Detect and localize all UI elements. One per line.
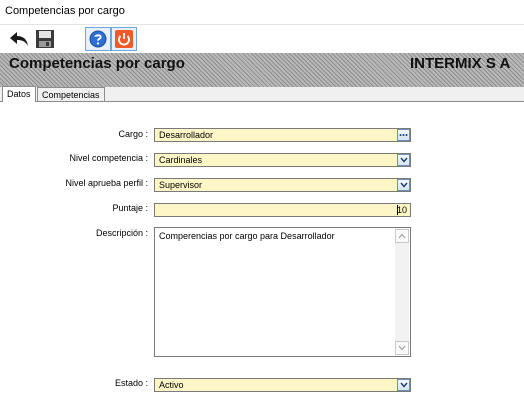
chevron-down-icon — [399, 182, 408, 188]
scroll-up-button[interactable] — [395, 229, 409, 243]
header-banner: Competencias por cargo INTERMIX S A — [0, 53, 524, 87]
chevron-down-icon — [399, 157, 408, 163]
cargo-field[interactable]: Desarrollador — [154, 128, 411, 142]
help-button[interactable] — [85, 27, 111, 51]
nivel-competencia-dropdown[interactable] — [397, 154, 410, 166]
estado-select[interactable]: Activo — [154, 378, 411, 392]
lookup-button[interactable] — [397, 129, 410, 141]
estado-dropdown[interactable] — [397, 379, 410, 391]
page-title: Competencias por cargo — [9, 55, 185, 72]
descripcion-textarea[interactable]: Comperencias por cargo para Desarrollado… — [154, 227, 411, 357]
tab-competencias[interactable]: Competencias — [37, 87, 105, 101]
descripcion-scrollbar[interactable] — [395, 229, 409, 355]
chevron-down-icon — [398, 345, 406, 351]
cargo-value: Desarrollador — [159, 130, 214, 140]
nivel-aprueba-select[interactable]: Supervisor — [154, 178, 411, 192]
nivel-competencia-label: Nivel competencia : — [69, 153, 148, 163]
title-bar: Competencias por cargo — [0, 0, 524, 25]
puntaje-input[interactable]: 10 — [154, 203, 411, 217]
estado-value: Activo — [159, 380, 184, 390]
nivel-competencia-select[interactable]: Cardinales — [154, 153, 411, 167]
ellipsis-icon — [399, 134, 408, 136]
chevron-down-icon — [399, 382, 408, 388]
estado-label: Estado : — [114, 378, 148, 388]
toolbar — [0, 25, 524, 53]
nivel-competencia-value: Cardinales — [159, 155, 203, 165]
chevron-up-icon — [398, 233, 406, 239]
puntaje-value: 10 — [396, 205, 407, 215]
help-icon — [89, 30, 107, 48]
arrow-back-icon — [10, 32, 28, 46]
exit-button[interactable] — [111, 27, 137, 51]
company-name: INTERMIX S A — [410, 55, 511, 72]
tab-datos[interactable]: Datos — [2, 86, 36, 102]
descripcion-label: Descripción : — [95, 228, 148, 238]
nivel-aprueba-label: Nivel aprueba perfil : — [65, 178, 148, 188]
puntaje-label: Puntaje : — [112, 203, 148, 213]
nivel-aprueba-dropdown[interactable] — [397, 179, 410, 191]
save-button[interactable] — [32, 27, 58, 51]
power-icon — [115, 30, 133, 48]
back-button[interactable] — [6, 27, 32, 51]
floppy-disk-icon — [36, 30, 54, 48]
tab-bar: Datos Competencias — [0, 86, 524, 102]
app-window: Competencias por cargo Competencias por … — [0, 0, 524, 406]
window-title: Competencias por cargo — [5, 5, 125, 17]
cargo-label: Cargo : — [118, 129, 148, 139]
nivel-aprueba-value: Supervisor — [159, 180, 203, 190]
descripcion-value: Comperencias por cargo para Desarrollado… — [159, 231, 335, 241]
scroll-down-button[interactable] — [395, 341, 409, 355]
